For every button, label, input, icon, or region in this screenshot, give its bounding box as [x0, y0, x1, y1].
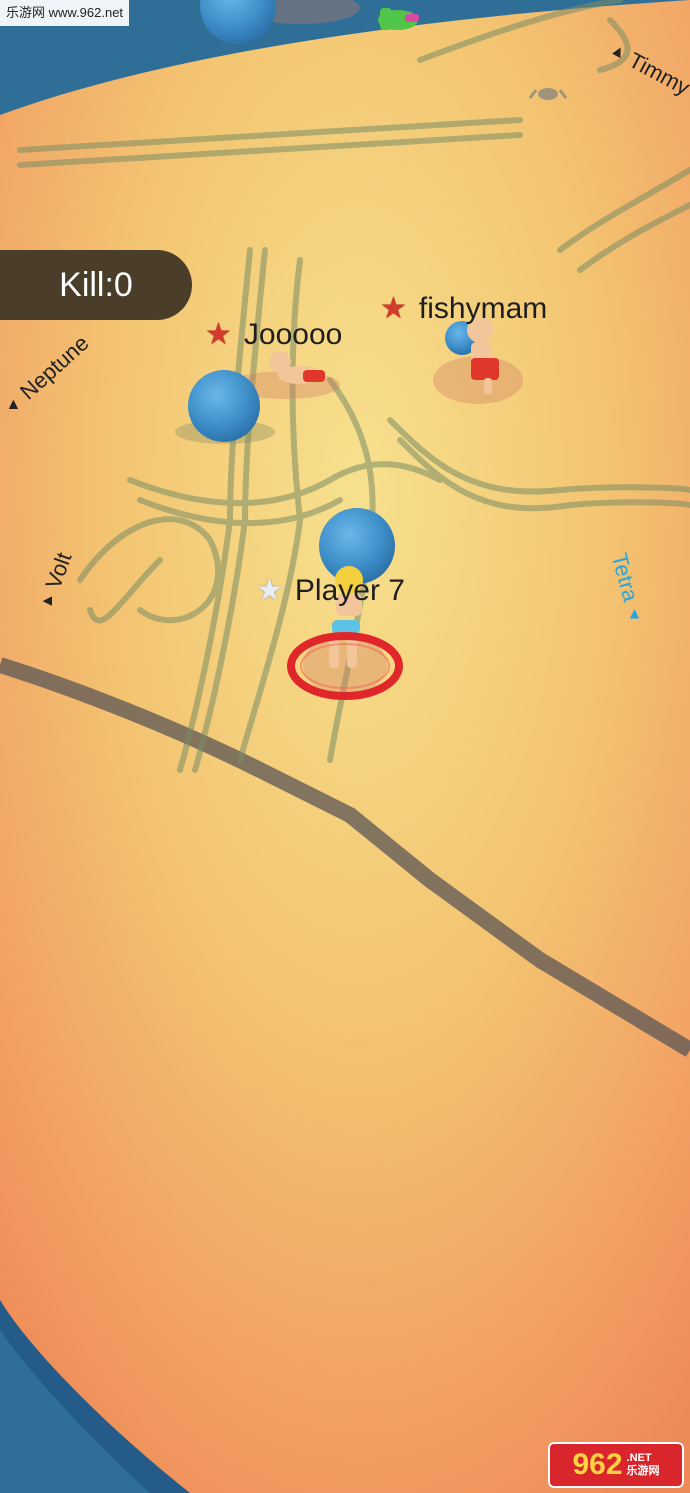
enemy-star-icon: ★ [205, 317, 232, 352]
enemy-star-icon: ★ [380, 291, 407, 326]
watermark-subtitle: 乐游网 [626, 1465, 660, 1477]
player-tag-jooooo: ★ Jooooo [205, 318, 342, 352]
player-tag-fishymam: ★ fishymam [380, 292, 547, 326]
self-star-icon: ★ [256, 573, 283, 608]
direction-arrow-icon: ▲ [5, 395, 22, 413]
player-name-fishymam: fishymam [418, 292, 548, 325]
player-name-self: Player 7 [294, 574, 405, 607]
player-name-jooooo: Jooooo [243, 318, 343, 351]
watermark-top: 乐游网 www.962.net [0, 0, 130, 26]
sand-island [0, 0, 690, 1493]
kill-counter: Kill:0 [0, 250, 192, 320]
kill-counter-label: Kill:0 [59, 265, 133, 304]
watermark-suffix: .NET [626, 1452, 652, 1464]
player-tag-self: ★ Player 7 [256, 574, 405, 608]
direction-arrow-icon: ▲ [38, 593, 56, 609]
watermark-text: .NET 乐游网 [627, 1452, 660, 1478]
watermark-number: 962 [572, 1448, 623, 1481]
direction-arrow-icon: ▲ [626, 605, 643, 623]
ball-jooooo [188, 370, 260, 442]
game-scene [0, 0, 690, 1493]
watermark-logo: 962 .NET 乐游网 [548, 1442, 684, 1488]
